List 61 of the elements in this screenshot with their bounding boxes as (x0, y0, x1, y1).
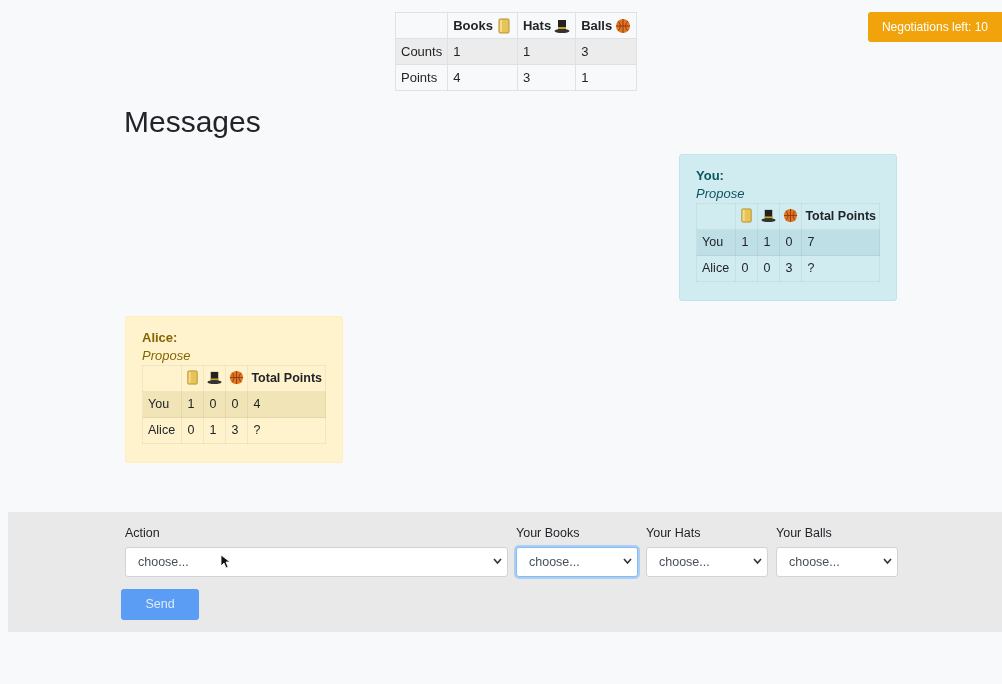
top-hat-icon (761, 208, 777, 224)
row-label: You (142, 391, 182, 418)
table-cell: 7 (801, 229, 880, 256)
table-cell: 1 (203, 417, 226, 444)
action-label: Propose (696, 185, 746, 203)
row-label: Alice (142, 417, 182, 444)
table-cell: 0 (225, 391, 248, 418)
dropdown[interactable]: choose... (125, 547, 508, 577)
column-header: Total Points (247, 365, 326, 392)
book-icon (739, 208, 755, 224)
table-cell: 1 (447, 38, 518, 65)
column-header: Hats (522, 16, 552, 35)
table-cell: 0 (735, 255, 758, 282)
book-icon (185, 370, 201, 386)
row-label: Points (395, 64, 448, 91)
chevron-down-icon (493, 558, 502, 565)
row-label: You (696, 229, 736, 256)
table-cell: 3 (575, 38, 637, 65)
table-cell: 1 (735, 229, 758, 256)
table-cell: 1 (757, 229, 780, 256)
table-cell: ? (247, 417, 326, 444)
table-cell: 0 (203, 391, 226, 418)
field-label: Your Balls (776, 526, 833, 541)
dropdown[interactable]: choose... (516, 547, 638, 577)
basketball-icon (783, 208, 799, 224)
table-cell: ? (801, 255, 880, 282)
chevron-down-icon (883, 558, 892, 565)
mouse-cursor-icon (220, 554, 230, 569)
book-icon (495, 17, 512, 34)
negotiations-badge: Negotiations left: 10 (867, 12, 1002, 42)
action-label: Propose (142, 347, 192, 365)
table-cell: 1 (575, 64, 637, 91)
field-label: Your Books (516, 526, 581, 541)
table-cell: 0 (181, 417, 204, 444)
column-header: Total Points (801, 203, 880, 230)
table-cell: 4 (247, 391, 326, 418)
table-cell: 0 (779, 229, 802, 256)
top-hat-icon (207, 370, 223, 386)
table-cell: 1 (517, 38, 576, 65)
column-header: Books (453, 16, 493, 35)
table-cell: 3 (779, 255, 802, 282)
table-cell: 4 (447, 64, 518, 91)
field-label: Action (125, 526, 161, 541)
row-label: Counts (395, 38, 448, 65)
top-hat-icon (554, 17, 571, 34)
dropdown[interactable]: choose... (646, 547, 768, 577)
sender-name: Alice: (142, 330, 178, 345)
dropdown[interactable]: choose... (776, 547, 898, 577)
messages-heading: Messages (124, 104, 262, 140)
table-cell: 3 (517, 64, 576, 91)
table-cell: 1 (181, 391, 204, 418)
basketball-icon (229, 370, 245, 386)
row-label: Alice (696, 255, 736, 282)
table-cell: 3 (225, 417, 248, 444)
field-label: Your Hats (646, 526, 702, 541)
basketball-icon (615, 17, 632, 34)
chevron-down-icon (623, 558, 632, 565)
table-cell: 0 (757, 255, 780, 282)
chevron-down-icon (753, 558, 762, 565)
sender-name: You: (696, 168, 724, 183)
column-header: Balls (581, 16, 613, 35)
